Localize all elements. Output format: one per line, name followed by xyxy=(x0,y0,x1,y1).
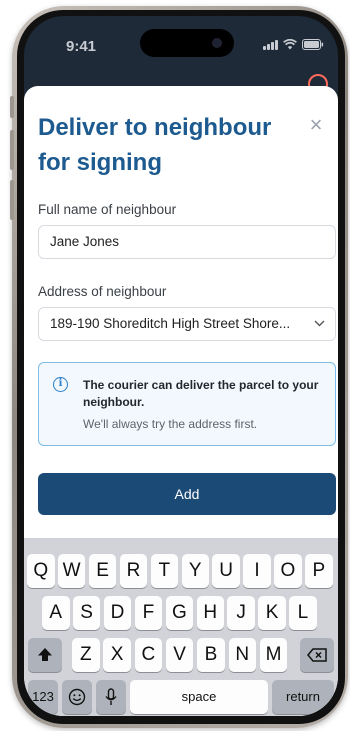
key-t[interactable]: T xyxy=(150,554,179,588)
side-button xyxy=(10,96,14,118)
key-p[interactable]: P xyxy=(305,554,333,588)
key-o[interactable]: O xyxy=(274,554,302,588)
key-z[interactable]: Z xyxy=(72,638,100,672)
signal-icon xyxy=(263,39,278,50)
microphone-key[interactable] xyxy=(96,680,126,714)
key-d[interactable]: D xyxy=(103,596,132,630)
emoji-icon xyxy=(68,688,86,706)
info-banner: i The courier can deliver the parcel to … xyxy=(38,362,336,446)
camera-icon xyxy=(212,38,222,48)
backspace-icon xyxy=(307,648,327,662)
address-field-label: Address of neighbour xyxy=(38,284,167,299)
key-c[interactable]: C xyxy=(134,638,163,672)
shift-icon xyxy=(38,648,52,661)
key-j[interactable]: J xyxy=(227,596,255,630)
shift-key[interactable] xyxy=(28,638,62,672)
key-k[interactable]: K xyxy=(258,596,286,630)
key-g[interactable]: G xyxy=(165,596,194,630)
battery-icon xyxy=(302,39,324,50)
dynamic-island xyxy=(140,29,234,57)
key-m[interactable]: M xyxy=(259,638,288,672)
side-button xyxy=(10,130,14,170)
status-bar: 9:41 xyxy=(24,16,338,76)
key-f[interactable]: F xyxy=(134,596,163,630)
info-icon: i xyxy=(53,377,68,392)
info-subtitle: We'll always try the address first. xyxy=(83,417,258,431)
status-time: 9:41 xyxy=(66,38,97,55)
key-b[interactable]: B xyxy=(197,638,225,672)
key-q[interactable]: Q xyxy=(27,554,55,588)
emoji-key[interactable] xyxy=(62,680,92,714)
neighbour-name-input[interactable]: Jane Jones xyxy=(38,225,336,259)
key-y[interactable]: Y xyxy=(181,554,209,588)
return-key[interactable]: return xyxy=(272,680,334,714)
microphone-icon xyxy=(105,688,117,705)
status-icons xyxy=(263,39,324,50)
name-field-label: Full name of neighbour xyxy=(38,202,177,217)
backspace-key[interactable] xyxy=(300,638,334,672)
space-key[interactable]: space xyxy=(130,680,268,714)
key-a[interactable]: A xyxy=(42,596,70,630)
neighbour-name-value: Jane Jones xyxy=(50,234,120,249)
key-l[interactable]: L xyxy=(289,596,317,630)
key-n[interactable]: N xyxy=(228,638,256,672)
address-select-value: 189-190 Shoreditch High Street Shore... xyxy=(50,316,291,331)
keyboard: QWERTYUIOP ASDFGHJKL ZXCVBNM 123 space r… xyxy=(24,538,338,716)
page-title: Deliver to neighbour for signing xyxy=(38,114,272,176)
screen: 9:41 ← Deliver to neighbour for signing … xyxy=(24,16,338,716)
chevron-down-icon xyxy=(314,308,325,340)
add-button[interactable]: Add xyxy=(38,473,336,515)
wifi-icon xyxy=(283,39,297,50)
close-icon[interactable]: × xyxy=(304,114,328,138)
side-button xyxy=(10,180,14,220)
key-v[interactable]: V xyxy=(165,638,194,672)
key-e[interactable]: E xyxy=(88,554,117,588)
key-u[interactable]: U xyxy=(212,554,240,588)
info-title: The courier can deliver the parcel to yo… xyxy=(83,378,319,409)
key-w[interactable]: W xyxy=(57,554,86,588)
address-select[interactable]: 189-190 Shoreditch High Street Shore... xyxy=(38,307,336,341)
numbers-key[interactable]: 123 xyxy=(28,680,58,714)
key-s[interactable]: S xyxy=(72,596,101,630)
key-x[interactable]: X xyxy=(103,638,131,672)
key-i[interactable]: I xyxy=(243,554,271,588)
key-h[interactable]: H xyxy=(196,596,224,630)
key-r[interactable]: R xyxy=(119,554,148,588)
